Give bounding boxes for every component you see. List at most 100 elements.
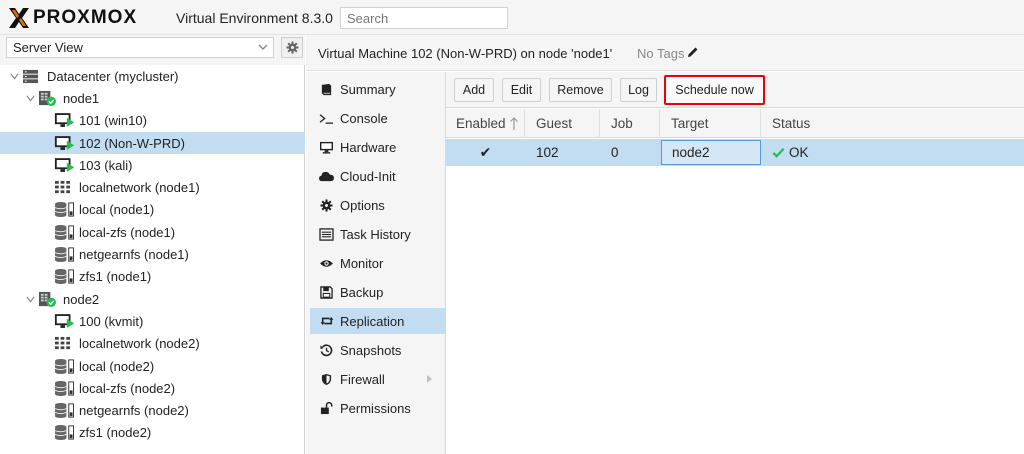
check-icon: ✔ <box>479 144 492 160</box>
nav-item-cloud-init[interactable]: Cloud-Init <box>310 163 446 189</box>
sort-asc-icon <box>509 116 518 130</box>
column-header-guest[interactable]: Guest <box>526 109 600 138</box>
view-selector[interactable]: Server View <box>6 37 274 58</box>
tree-item[interactable]: zfs1 (node1) <box>0 266 305 288</box>
tree-item[interactable]: netgearnfs (node2) <box>0 400 305 422</box>
storage-icon <box>54 268 76 286</box>
log-button[interactable]: Log <box>620 78 657 102</box>
tree-item[interactable]: 103 (kali) <box>0 154 305 176</box>
ok-check-icon <box>772 148 785 158</box>
column-header-enabled-label: Enabled <box>456 116 506 131</box>
add-button[interactable]: Add <box>454 78 494 102</box>
tree-item[interactable]: netgearnfs (node1) <box>0 243 305 265</box>
pencil-icon[interactable] <box>687 46 699 58</box>
logo-text: PROXMOX <box>33 7 138 28</box>
tree-item[interactable]: local (node2) <box>0 355 305 377</box>
remove-button[interactable]: Remove <box>549 78 612 102</box>
nav-item-label: Backup <box>340 284 384 300</box>
tree-item-label: node2 <box>63 291 100 307</box>
schedule-now-button[interactable]: Schedule now <box>664 75 765 105</box>
tree-item[interactable]: local-zfs (node2) <box>0 377 305 399</box>
tree-item[interactable]: 102 (Non-W-PRD) <box>0 131 305 155</box>
enabled-cell: ✔ <box>446 139 525 166</box>
nav-item-label: Replication <box>340 313 405 329</box>
nav-item-label: Console <box>340 110 388 126</box>
job-cell: 0 <box>611 145 619 160</box>
tree-item-label: 103 (kali) <box>79 157 133 173</box>
tree-settings-button[interactable] <box>281 37 303 58</box>
nav-item-monitor[interactable]: Monitor <box>310 250 446 276</box>
tree-item[interactable]: local-zfs (node1) <box>0 221 305 243</box>
storage-icon <box>54 223 76 241</box>
storage-icon <box>54 402 76 420</box>
tree-item[interactable]: localnetwork (node2) <box>0 333 305 355</box>
expand-toggle-icon[interactable] <box>24 293 36 305</box>
eye-icon <box>315 258 338 269</box>
vm-nav-menu: Summary Console Hardware Cloud-Init Options T… <box>306 72 446 454</box>
retweet-icon <box>315 315 338 327</box>
unlock-icon <box>315 401 338 415</box>
storage-icon <box>54 424 76 442</box>
nav-item-label: Firewall <box>340 371 385 387</box>
tree-item[interactable]: Datacenter (mycluster) <box>0 65 305 87</box>
column-header-job[interactable]: Job <box>601 109 660 138</box>
nav-item-snapshots[interactable]: Snapshots <box>310 337 446 363</box>
table-row[interactable]: ✔ 102 0 node2 OK <box>446 139 1024 166</box>
tree-item[interactable]: zfs1 (node2) <box>0 422 305 444</box>
nav-item-backup[interactable]: Backup <box>310 279 446 305</box>
nav-item-options[interactable]: Options <box>310 192 446 218</box>
tree-item-label: 100 (kvmit) <box>79 313 144 329</box>
tree-item[interactable]: 100 (kvmit) <box>0 310 305 332</box>
top-bar: PROXMOX Virtual Environment 8.3.0 Search <box>0 0 1024 35</box>
status-text: OK <box>789 145 809 160</box>
tree-item[interactable]: node2 <box>0 288 305 310</box>
tree-item-label: 101 (win10) <box>79 113 147 129</box>
shield-icon <box>315 373 338 386</box>
nav-item-summary[interactable]: Summary <box>310 76 446 102</box>
edit-button[interactable]: Edit <box>502 78 541 102</box>
proxmox-logo[interactable]: PROXMOX <box>7 6 137 30</box>
sdn-network-icon <box>54 179 76 197</box>
search-input[interactable]: Search <box>340 7 508 29</box>
cloud-icon <box>315 170 338 183</box>
status-cell: OK <box>762 139 962 166</box>
node-online-icon <box>38 290 60 308</box>
tree-item[interactable]: local (node1) <box>0 199 305 221</box>
tree-item[interactable]: localnetwork (node1) <box>0 177 305 199</box>
storage-icon <box>54 379 76 397</box>
nav-item-console[interactable]: Console <box>310 105 446 131</box>
proxmox-x-icon <box>9 8 29 28</box>
expand-toggle-icon[interactable] <box>24 92 36 104</box>
tree-item-label: Datacenter (mycluster) <box>47 68 179 84</box>
nav-item-replication[interactable]: Replication <box>310 308 446 334</box>
tree-item-label: netgearnfs (node2) <box>79 403 189 419</box>
vm-running-icon <box>54 312 76 330</box>
nav-item-hardware[interactable]: Hardware <box>310 134 446 160</box>
vm-title: Virtual Machine 102 (Non-W-PRD) on node … <box>318 46 613 61</box>
nav-item-task-history[interactable]: Task History <box>310 221 446 247</box>
guest-cell: 102 <box>536 145 559 160</box>
column-header-enabled[interactable]: Enabled <box>446 109 525 138</box>
storage-icon <box>54 201 76 219</box>
nav-item-firewall[interactable]: Firewall <box>310 366 446 392</box>
tree-item-label: local-zfs (node1) <box>79 224 176 240</box>
view-bar: Server View <box>0 35 305 65</box>
tree-item-label: node1 <box>63 90 100 106</box>
column-header-target[interactable]: Target <box>661 109 761 138</box>
book-icon <box>315 83 338 96</box>
column-header-status[interactable]: Status <box>762 109 1024 138</box>
tree-item-label: netgearnfs (node1) <box>79 247 189 263</box>
nav-item-label: Cloud-Init <box>340 168 396 184</box>
tree-item[interactable]: node1 <box>0 87 305 109</box>
desktop-icon <box>315 141 338 154</box>
tree-item-label: localnetwork (node1) <box>79 180 200 196</box>
nav-item-permissions[interactable]: Permissions <box>310 395 446 421</box>
expand-toggle-icon[interactable] <box>8 70 20 82</box>
tree-item[interactable]: 101 (win10) <box>0 110 305 132</box>
